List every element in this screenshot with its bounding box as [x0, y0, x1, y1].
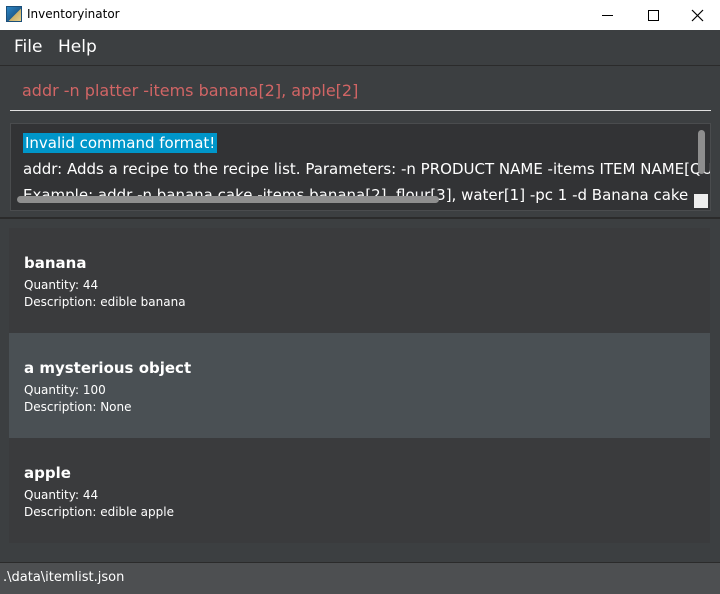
- close-button[interactable]: [674, 0, 720, 30]
- result-error-line: Invalid command format!: [23, 133, 218, 153]
- item-name: banana: [24, 254, 87, 272]
- menu-bar: File Help: [0, 30, 720, 66]
- command-input[interactable]: [10, 71, 711, 111]
- result-error-text: Invalid command format!: [23, 133, 218, 153]
- scrollbar-corner: [694, 194, 708, 208]
- vertical-scrollbar[interactable]: [698, 130, 705, 174]
- window-title: Inventoryinator: [27, 7, 120, 21]
- result-display[interactable]: Invalid command format! addr: Adds a rec…: [10, 123, 711, 211]
- item-description: Description: edible banana: [24, 295, 186, 309]
- item-description: Description: None: [24, 400, 132, 414]
- result-display-area: Invalid command format! addr: Adds a rec…: [0, 117, 720, 219]
- minimize-button[interactable]: [584, 0, 630, 30]
- minimize-icon: [601, 14, 613, 16]
- item-card-selected[interactable]: a mysterious object Quantity: 100 Descri…: [9, 333, 710, 438]
- item-description: Description: edible apple: [24, 505, 174, 519]
- result-usage-line: addr: Adds a recipe to the recipe list. …: [23, 160, 711, 178]
- save-file-path: .\data\itemlist.json: [3, 570, 125, 585]
- item-name: a mysterious object: [24, 359, 192, 377]
- item-card[interactable]: apple Quantity: 44 Description: edible a…: [9, 438, 710, 543]
- item-list: banana Quantity: 44 Description: edible …: [0, 220, 720, 561]
- status-bar: .\data\itemlist.json: [0, 562, 720, 594]
- maximize-button[interactable]: [630, 0, 676, 30]
- menu-help[interactable]: Help: [58, 37, 97, 57]
- horizontal-scrollbar[interactable]: [17, 196, 439, 203]
- command-box: [0, 67, 720, 117]
- close-icon: [691, 9, 703, 21]
- item-name: apple: [24, 464, 71, 482]
- app-icon: [6, 6, 22, 22]
- item-card[interactable]: banana Quantity: 44 Description: edible …: [9, 228, 710, 333]
- maximize-icon: [647, 9, 659, 21]
- item-quantity: Quantity: 100: [24, 383, 106, 397]
- item-quantity: Quantity: 44: [24, 278, 99, 292]
- item-quantity: Quantity: 44: [24, 488, 99, 502]
- title-bar: Inventoryinator: [0, 0, 720, 30]
- menu-file[interactable]: File: [14, 37, 42, 57]
